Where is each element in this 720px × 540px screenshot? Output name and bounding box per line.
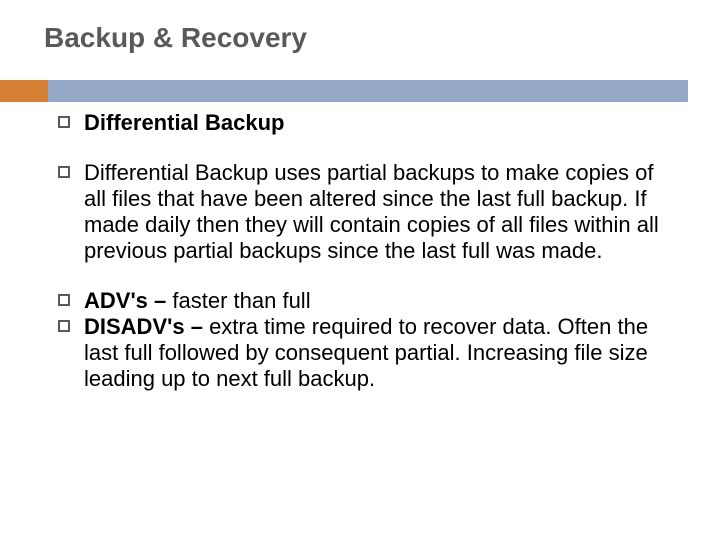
list-item: Differential Backup [58, 110, 680, 136]
list-item-text: ADV's – faster than full [84, 288, 311, 314]
bullet-icon [58, 166, 70, 178]
slide: Backup & Recovery Differential Backup Di… [0, 0, 720, 540]
slide-title: Backup & Recovery [44, 22, 690, 54]
bullet-icon [58, 116, 70, 128]
list-item: DISADV's – extra time required to recove… [58, 314, 680, 392]
regular-text: Differential Backup uses partial backups… [84, 160, 659, 263]
bold-text: ADV's – [84, 288, 172, 313]
bold-text: DISADV's – [84, 314, 209, 339]
regular-text: faster than full [172, 288, 310, 313]
list-item-text: Differential Backup [84, 110, 285, 136]
list-item-text: DISADV's – extra time required to recove… [84, 314, 680, 392]
bullet-icon [58, 320, 70, 332]
list-item-text: Differential Backup uses partial backups… [84, 160, 680, 264]
list-item: Differential Backup uses partial backups… [58, 160, 680, 264]
bold-text: Differential Backup [84, 110, 285, 135]
content-area: Differential Backup Differential Backup … [48, 110, 690, 392]
divider-bar [0, 80, 720, 102]
list-item: ADV's – faster than full [58, 288, 680, 314]
bullet-icon [58, 294, 70, 306]
accent-bar [0, 80, 48, 102]
main-bar [48, 80, 688, 102]
